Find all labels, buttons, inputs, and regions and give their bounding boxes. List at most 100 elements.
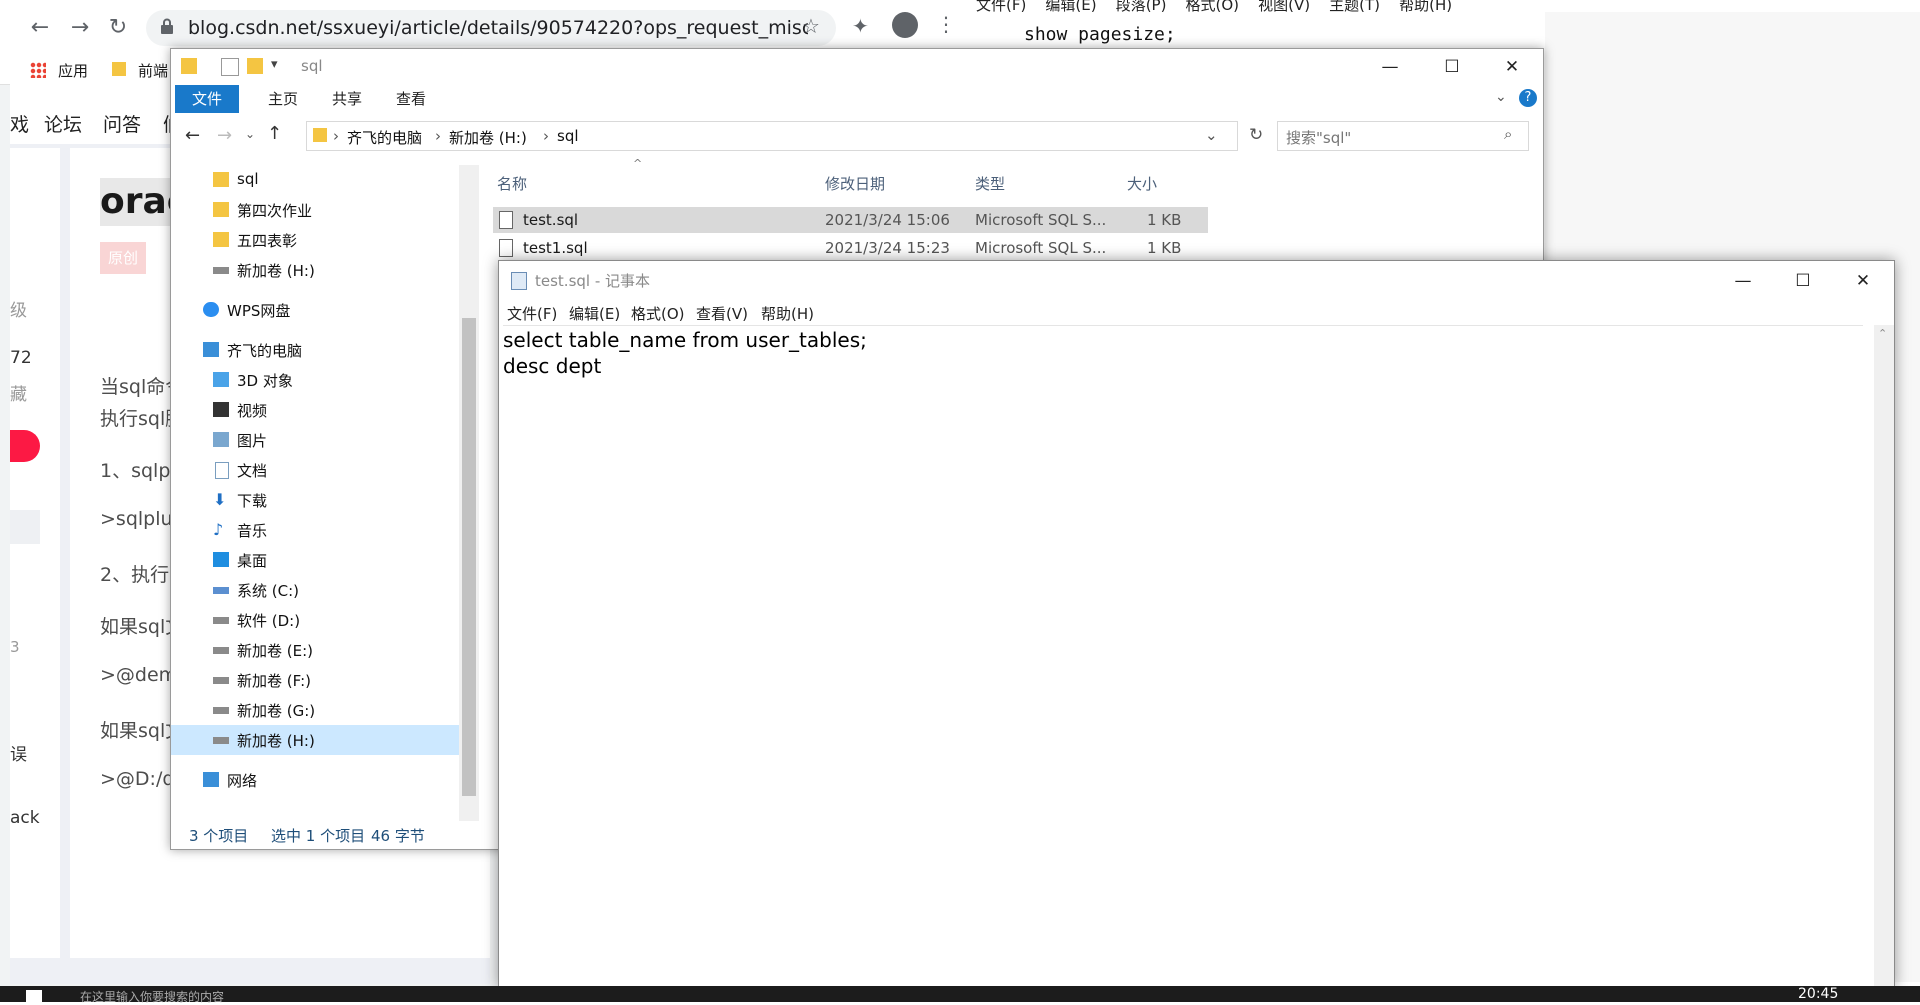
minimize-button[interactable]: —: [1359, 49, 1421, 85]
taskbar-search[interactable]: 在这里输入你要搜索的内容: [80, 988, 224, 1005]
tree-item[interactable]: 系统 (C:): [171, 575, 461, 605]
apps-icon[interactable]: [30, 62, 46, 78]
editor-menu-item[interactable]: 格式(O): [1186, 0, 1240, 14]
chevron-down-icon[interactable]: ⌄: [1205, 126, 1218, 144]
text-line: desc dept: [503, 354, 602, 378]
tree-item[interactable]: 3D 对象: [171, 365, 461, 395]
tree-item[interactable]: 桌面: [171, 545, 461, 575]
nav-link-forum[interactable]: 论坛: [44, 110, 82, 137]
tree-item-label: 下载: [237, 492, 268, 510]
tree-item[interactable]: 文档: [171, 455, 461, 485]
explorer-address-bar[interactable]: › 齐飞的电脑 › 新加卷 (H:) › sql ⌄: [306, 121, 1238, 151]
windows-start-icon[interactable]: [26, 990, 42, 1002]
menu-file[interactable]: 文件(F): [507, 303, 557, 324]
tree-item[interactable]: 五四表彰: [171, 225, 461, 255]
editor-code-line[interactable]: show pagesize;: [1024, 24, 1176, 45]
tree-item[interactable]: 图片: [171, 425, 461, 455]
follow-button[interactable]: [10, 430, 40, 462]
back-icon[interactable]: ←: [26, 14, 54, 42]
tree-item-label: 文档: [237, 462, 268, 480]
breadcrumb-item[interactable]: 齐飞的电脑: [347, 127, 422, 148]
help-icon[interactable]: ?: [1519, 89, 1537, 107]
editor-menu-item[interactable]: 段落(P): [1116, 0, 1167, 14]
column-header-size[interactable]: 大小: [1127, 165, 1157, 203]
text-area[interactable]: select table_name from user_tables; desc…: [503, 325, 1863, 926]
menu-icon[interactable]: ⋮: [936, 12, 956, 36]
tree-item-label: sql: [237, 170, 259, 188]
sidebar-text: 藏: [10, 385, 27, 405]
tree-item[interactable]: ⬇ 下载: [171, 485, 461, 515]
forward-icon[interactable]: →: [217, 125, 232, 146]
sidebar-text: ack: [10, 808, 40, 828]
tree-item[interactable]: ♪ 音乐: [171, 515, 461, 545]
breadcrumb-item[interactable]: 新加卷 (H:): [449, 127, 527, 148]
tab-share[interactable]: 共享: [315, 85, 379, 113]
notepad-scrollbar[interactable]: ⌃: [1874, 325, 1894, 987]
tree-item[interactable]: 视频: [171, 395, 461, 425]
column-header-name[interactable]: 名称: [497, 165, 527, 203]
editor-menu-item[interactable]: 编辑(E): [1045, 0, 1096, 14]
bookmark-frontend[interactable]: 前端: [138, 60, 168, 81]
bookmark-apps[interactable]: 应用: [58, 60, 88, 81]
tree-item[interactable]: 新加卷 (E:): [171, 635, 461, 665]
tree-item[interactable]: 网络: [171, 765, 461, 795]
tree-item[interactable]: 新加卷 (G:): [171, 695, 461, 725]
maximize-button[interactable]: ☐: [1421, 49, 1483, 85]
tree-item[interactable]: 第四次作业: [171, 195, 461, 225]
file-row[interactable]: test1.sql 2021/3/24 15:23 Microsoft SQL …: [493, 235, 1208, 261]
close-button[interactable]: ✕: [1832, 263, 1894, 299]
tree-item-selected[interactable]: 新加卷 (H:): [171, 725, 461, 755]
forward-icon[interactable]: →: [66, 14, 94, 42]
nav-scrollbar[interactable]: [459, 165, 479, 821]
breadcrumb-item[interactable]: sql: [557, 127, 579, 145]
minimize-button[interactable]: —: [1712, 263, 1774, 299]
tree-item[interactable]: 齐飞的电脑: [171, 335, 461, 365]
new-folder-icon[interactable]: [247, 58, 263, 74]
menu-view[interactable]: 查看(V): [696, 303, 748, 324]
reload-icon[interactable]: ↻: [104, 14, 132, 42]
tree-item[interactable]: 新加卷 (F:): [171, 665, 461, 695]
chevron-down-icon[interactable]: ⌄: [245, 127, 255, 141]
tab-view[interactable]: 查看: [379, 85, 443, 113]
refresh-icon[interactable]: ↻: [1249, 125, 1263, 145]
scrollbar-thumb[interactable]: [462, 318, 476, 796]
column-header-date[interactable]: 修改日期: [825, 165, 885, 203]
menu-help[interactable]: 帮助(H): [761, 303, 814, 324]
status-item-count: 3 个项目: [189, 827, 249, 845]
menu-edit[interactable]: 编辑(E): [569, 303, 620, 324]
star-icon[interactable]: ☆: [802, 14, 820, 38]
chevron-up-icon[interactable]: ⌃: [1878, 327, 1887, 340]
nav-link-qa[interactable]: 问答: [103, 110, 141, 137]
tree-item[interactable]: 软件 (D:): [171, 605, 461, 635]
editor-menu-item[interactable]: 视图(V): [1258, 0, 1310, 14]
up-icon[interactable]: ↑: [267, 123, 282, 144]
tree-item[interactable]: WPS网盘: [171, 295, 461, 325]
menu-format[interactable]: 格式(O): [631, 303, 685, 324]
editor-menu-item[interactable]: 帮助(H): [1399, 0, 1452, 14]
chevron-down-icon[interactable]: ⌄: [1495, 89, 1507, 105]
chevron-down-icon[interactable]: ▾: [271, 57, 278, 72]
clock-time[interactable]: 20:45: [1798, 986, 1838, 1002]
url-text[interactable]: blog.csdn.net/ssxueyi/article/details/90…: [188, 10, 808, 46]
tab-home[interactable]: 主页: [251, 85, 315, 113]
status-bytes: 46 字节: [371, 827, 425, 845]
address-bar[interactable]: blog.csdn.net/ssxueyi/article/details/90…: [146, 10, 836, 46]
editor-menu-item[interactable]: 主题(T): [1329, 0, 1380, 14]
search-input[interactable]: 搜索"sql" ⌕: [1277, 121, 1529, 151]
file-row[interactable]: test.sql 2021/3/24 15:06 Microsoft SQL S…: [493, 207, 1208, 233]
tree-item[interactable]: sql: [171, 165, 461, 195]
properties-icon[interactable]: [221, 58, 239, 76]
status-selection: 选中 1 个项目: [271, 827, 366, 845]
extensions-icon[interactable]: ✦: [852, 14, 869, 38]
profile-avatar[interactable]: [892, 12, 918, 38]
back-icon[interactable]: ←: [185, 125, 200, 146]
maximize-button[interactable]: ☐: [1772, 263, 1834, 299]
search-icon[interactable]: [10, 510, 40, 544]
nav-link[interactable]: 戏: [10, 110, 29, 137]
close-button[interactable]: ✕: [1481, 49, 1543, 85]
tree-item[interactable]: 新加卷 (H:): [171, 255, 461, 285]
tab-file[interactable]: 文件: [175, 85, 239, 113]
editor-menu-item[interactable]: 文件(F): [976, 0, 1026, 14]
column-header-type[interactable]: 类型: [975, 165, 1005, 203]
search-icon[interactable]: ⌕: [1504, 125, 1512, 143]
